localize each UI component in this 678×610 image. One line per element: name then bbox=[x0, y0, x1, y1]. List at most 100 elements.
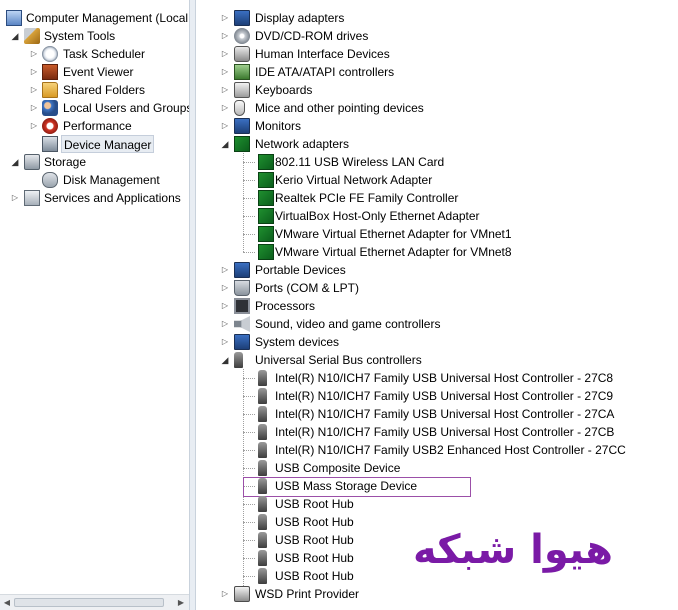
tree-connector-line bbox=[243, 468, 255, 469]
collapsed-arrow-icon[interactable]: ▷ bbox=[220, 9, 230, 27]
collapsed-arrow-icon[interactable]: ▷ bbox=[220, 333, 230, 351]
device-item-label: VirtualBox Host-Only Ethernet Adapter bbox=[275, 209, 480, 223]
left-tree-item[interactable]: Disk Management bbox=[0, 171, 189, 189]
printer-icon bbox=[234, 586, 250, 602]
pane-splitter[interactable] bbox=[189, 0, 196, 610]
collapsed-arrow-icon[interactable]: ▷ bbox=[29, 81, 39, 99]
device-item[interactable]: Intel(R) N10/ICH7 Family USB Universal H… bbox=[196, 423, 678, 441]
left-tree-item-label: System Tools bbox=[44, 29, 116, 43]
collapsed-arrow-icon[interactable]: ▷ bbox=[220, 117, 230, 135]
device-category[interactable]: ▷ Portable Devices bbox=[196, 261, 678, 279]
device-category-label: Network adapters bbox=[255, 137, 350, 151]
device-tree-pane[interactable]: ▷ Display adapters ▷ DVD/CD-ROM drives ▷ Huma… bbox=[196, 0, 678, 610]
ide-icon bbox=[234, 64, 250, 80]
collapsed-arrow-icon[interactable]: ▷ bbox=[220, 99, 230, 117]
left-horizontal-scrollbar[interactable]: ◀ ▶ bbox=[0, 594, 189, 610]
left-tree-item[interactable]: ▷ Performance bbox=[0, 117, 189, 135]
device-category[interactable]: ▷ IDE ATA/ATAPI controllers bbox=[196, 63, 678, 81]
left-tree-item[interactable]: ▷ Task Scheduler bbox=[0, 45, 189, 63]
device-category[interactable]: ◢ Universal Serial Bus controllers bbox=[196, 351, 678, 369]
device-item[interactable]: Intel(R) N10/ICH7 Family USB Universal H… bbox=[196, 369, 678, 387]
device-item[interactable]: USB Mass Storage Device bbox=[196, 477, 678, 497]
device-item[interactable]: USB Root Hub bbox=[196, 495, 678, 513]
device-item[interactable]: Kerio Virtual Network Adapter bbox=[196, 171, 678, 189]
device-category-label: Processors bbox=[255, 299, 316, 313]
expanded-arrow-icon[interactable]: ◢ bbox=[220, 135, 230, 153]
device-item[interactable]: 802.11 USB Wireless LAN Card bbox=[196, 153, 678, 171]
collapsed-arrow-icon[interactable]: ▷ bbox=[10, 189, 20, 207]
port-icon bbox=[234, 280, 250, 296]
left-tree-item[interactable]: ▷ Local Users and Groups bbox=[0, 99, 189, 117]
network-adapter-icon bbox=[258, 208, 274, 224]
device-item-label: USB Root Hub bbox=[275, 515, 354, 529]
device-item[interactable]: Intel(R) N10/ICH7 Family USB2 Enhanced H… bbox=[196, 441, 678, 459]
device-item[interactable]: VMware Virtual Ethernet Adapter for VMne… bbox=[196, 225, 678, 243]
device-category[interactable]: ▷ System devices bbox=[196, 333, 678, 351]
console-tree-pane[interactable]: Computer Management (Local ◢ System Tools ▷… bbox=[0, 0, 189, 594]
device-item-label: Intel(R) N10/ICH7 Family USB2 Enhanced H… bbox=[275, 443, 626, 457]
left-tree-item-label: Disk Management bbox=[63, 173, 160, 187]
device-category[interactable]: ▷ Keyboards bbox=[196, 81, 678, 99]
left-tree-item[interactable]: Device Manager bbox=[0, 135, 189, 153]
device-item[interactable]: Realtek PCIe FE Family Controller bbox=[196, 189, 678, 207]
collapsed-arrow-icon[interactable]: ▷ bbox=[220, 279, 230, 297]
network-adapter-icon bbox=[258, 226, 274, 242]
expanded-arrow-icon[interactable]: ◢ bbox=[10, 153, 20, 171]
left-tree-item[interactable]: ▷ Shared Folders bbox=[0, 81, 189, 99]
device-category-label: Portable Devices bbox=[255, 263, 346, 277]
collapsed-arrow-icon[interactable]: ▷ bbox=[220, 27, 230, 45]
usb-icon bbox=[258, 424, 267, 440]
processor-icon bbox=[234, 298, 250, 314]
device-item[interactable]: Intel(R) N10/ICH7 Family USB Universal H… bbox=[196, 387, 678, 405]
device-category-label: Mice and other pointing devices bbox=[255, 101, 424, 115]
device-category[interactable]: ▷ Monitors bbox=[196, 117, 678, 135]
tree-connector-line bbox=[243, 180, 255, 181]
collapsed-arrow-icon[interactable]: ▷ bbox=[220, 261, 230, 279]
scroll-left-arrow-icon[interactable]: ◀ bbox=[2, 598, 12, 608]
device-category-label: IDE ATA/ATAPI controllers bbox=[255, 65, 395, 79]
collapsed-arrow-icon[interactable]: ▷ bbox=[220, 45, 230, 63]
left-tree-item[interactable]: ▷ Event Viewer bbox=[0, 63, 189, 81]
device-category[interactable]: ▷ Human Interface Devices bbox=[196, 45, 678, 63]
collapsed-arrow-icon[interactable]: ▷ bbox=[220, 297, 230, 315]
device-item[interactable]: VirtualBox Host-Only Ethernet Adapter bbox=[196, 207, 678, 225]
device-item[interactable]: Intel(R) N10/ICH7 Family USB Universal H… bbox=[196, 405, 678, 423]
device-category[interactable]: ◢ Network adapters bbox=[196, 135, 678, 153]
collapsed-arrow-icon[interactable]: ▷ bbox=[29, 99, 39, 117]
device-category-label: Keyboards bbox=[255, 83, 313, 97]
tree-connector-line bbox=[243, 540, 255, 541]
tree-connector-line bbox=[243, 234, 255, 235]
collapsed-arrow-icon[interactable]: ▷ bbox=[29, 63, 39, 81]
collapsed-arrow-icon[interactable]: ▷ bbox=[220, 63, 230, 81]
monitor-icon bbox=[234, 118, 250, 134]
device-category[interactable]: ▷ DVD/CD-ROM drives bbox=[196, 27, 678, 45]
device-item[interactable]: USB Composite Device bbox=[196, 459, 678, 477]
device-category[interactable]: ▷ Display adapters bbox=[196, 9, 678, 27]
device-item[interactable]: VMware Virtual Ethernet Adapter for VMne… bbox=[196, 243, 678, 261]
collapsed-arrow-icon[interactable]: ▷ bbox=[29, 117, 39, 135]
expanded-arrow-icon[interactable]: ◢ bbox=[220, 351, 230, 369]
network-adapter-icon bbox=[258, 154, 274, 170]
device-category[interactable]: ▷ Ports (COM & LPT) bbox=[196, 279, 678, 297]
usb-icon bbox=[258, 568, 267, 584]
tree-connector-line bbox=[243, 162, 255, 163]
left-tree-item[interactable]: ◢ Storage bbox=[0, 153, 189, 171]
device-item-label: Kerio Virtual Network Adapter bbox=[275, 173, 433, 187]
scroll-right-arrow-icon[interactable]: ▶ bbox=[176, 598, 186, 608]
collapsed-arrow-icon[interactable]: ▷ bbox=[220, 81, 230, 99]
left-tree-item[interactable]: ◢ System Tools bbox=[0, 27, 189, 45]
collapsed-arrow-icon[interactable]: ▷ bbox=[220, 315, 230, 333]
device-category[interactable]: ▷ Processors bbox=[196, 297, 678, 315]
collapsed-arrow-icon[interactable]: ▷ bbox=[29, 45, 39, 63]
device-category-label: Sound, video and game controllers bbox=[255, 317, 441, 331]
expanded-arrow-icon[interactable]: ◢ bbox=[10, 27, 20, 45]
left-tree-item-label: Device Manager bbox=[61, 135, 155, 153]
scroll-thumb[interactable] bbox=[14, 598, 164, 607]
left-tree-item[interactable]: ▷ Services and Applications bbox=[0, 189, 189, 207]
device-item-label: Intel(R) N10/ICH7 Family USB Universal H… bbox=[275, 407, 615, 421]
device-category[interactable]: ▷ Sound, video and game controllers bbox=[196, 315, 678, 333]
left-tree-item[interactable]: Computer Management (Local bbox=[0, 9, 189, 27]
device-category[interactable]: ▷ WSD Print Provider bbox=[196, 585, 678, 603]
collapsed-arrow-icon[interactable]: ▷ bbox=[220, 585, 230, 603]
device-category[interactable]: ▷ Mice and other pointing devices bbox=[196, 99, 678, 117]
